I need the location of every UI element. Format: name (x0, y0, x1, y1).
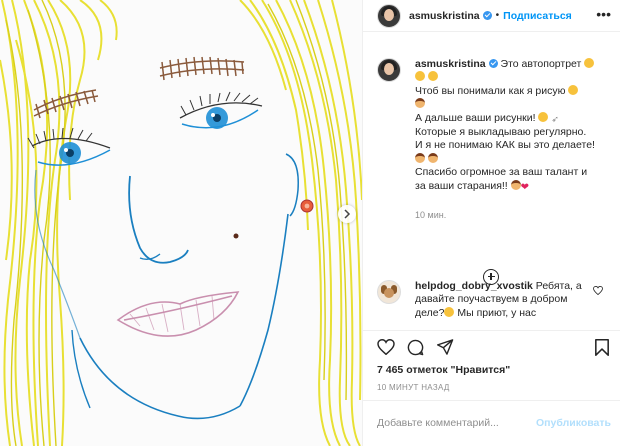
post-side-panel: asmuskristina • Подписаться ••• asmuskri… (362, 0, 620, 446)
caption-line-1: Это автопортрет (500, 58, 582, 70)
comment-text: helpdog_dobry_xvostik Ребята, а давайте … (415, 280, 587, 320)
author-username[interactable]: asmuskristina (409, 10, 480, 22)
author-avatar[interactable] (377, 3, 401, 28)
laughing-emoji-icon (427, 71, 438, 82)
post-image[interactable] (0, 0, 362, 446)
post-timestamp[interactable]: 10 МИНУТ НАЗАД (377, 383, 450, 392)
comments-area[interactable]: asmuskristina Это автопортрет Чтоб вы по… (363, 32, 620, 330)
comment-like-heart-icon[interactable] (593, 286, 603, 295)
tongue-emoji-icon (538, 111, 549, 122)
follow-button[interactable]: Подписаться (503, 10, 572, 22)
heart-icon[interactable] (377, 339, 395, 355)
verified-badge-icon (482, 11, 492, 20)
publish-button[interactable]: Опубликовать (536, 417, 611, 429)
comment-body-2: Мы приют, у нас (454, 306, 537, 319)
comment-input[interactable] (377, 415, 527, 431)
caption-line-5: И я не понимаю КАК вы это делаете! (415, 139, 595, 152)
caption-line-2: Чтоб вы понимали как я рисую (415, 84, 566, 97)
woman-emoji-icon (415, 98, 425, 109)
smile-emoji-icon (444, 306, 455, 317)
woman-emoji-icon (427, 152, 438, 163)
laughing-emoji-icon (584, 58, 595, 68)
verified-badge-icon (488, 59, 498, 68)
woman-emoji-icon (415, 152, 425, 163)
self-portrait-drawing (0, 0, 362, 446)
instagram-post: asmuskristina • Подписаться ••• asmuskri… (0, 0, 620, 446)
caption-line-6: Спасибо огромное за ваш талант и (415, 166, 588, 179)
bookmark-icon[interactable] (595, 339, 609, 356)
caption-line-7: за ваши старания!! (415, 179, 508, 192)
caption-line-3: А дальше ваши рисунки! (415, 111, 536, 124)
laughing-emoji-icon (568, 84, 579, 95)
girl-emoji-icon (510, 179, 521, 190)
caption-time: 10 мин. (415, 210, 447, 220)
comment-icon[interactable] (407, 339, 424, 356)
commenter-avatar[interactable] (377, 280, 401, 304)
post-header: asmuskristina • Подписаться ••• (363, 0, 620, 32)
caption-line-4: Которые я выкладываю регулярно. (415, 126, 587, 139)
share-icon[interactable] (437, 339, 454, 355)
likes-count[interactable]: 7 465 отметок "Нравится" (377, 364, 510, 376)
laughing-emoji-icon (415, 71, 425, 82)
chevron-right-icon (344, 209, 351, 219)
caption-text: asmuskristina Это автопортрет Чтоб вы по… (415, 58, 615, 194)
heart-emoji-icon: ❤ (520, 181, 530, 193)
dot-separator: • (495, 10, 500, 21)
commenter-username[interactable]: helpdog_dobry_xvostik (415, 280, 533, 292)
action-bar (363, 330, 620, 362)
next-image-button[interactable] (338, 205, 356, 223)
add-comment-section: Опубликовать (363, 400, 620, 446)
caption-avatar[interactable] (377, 58, 401, 82)
rocket-emoji-icon: ➶ (551, 113, 559, 124)
more-icon[interactable]: ••• (596, 7, 611, 21)
caption-username[interactable]: asmuskristina (415, 58, 486, 70)
